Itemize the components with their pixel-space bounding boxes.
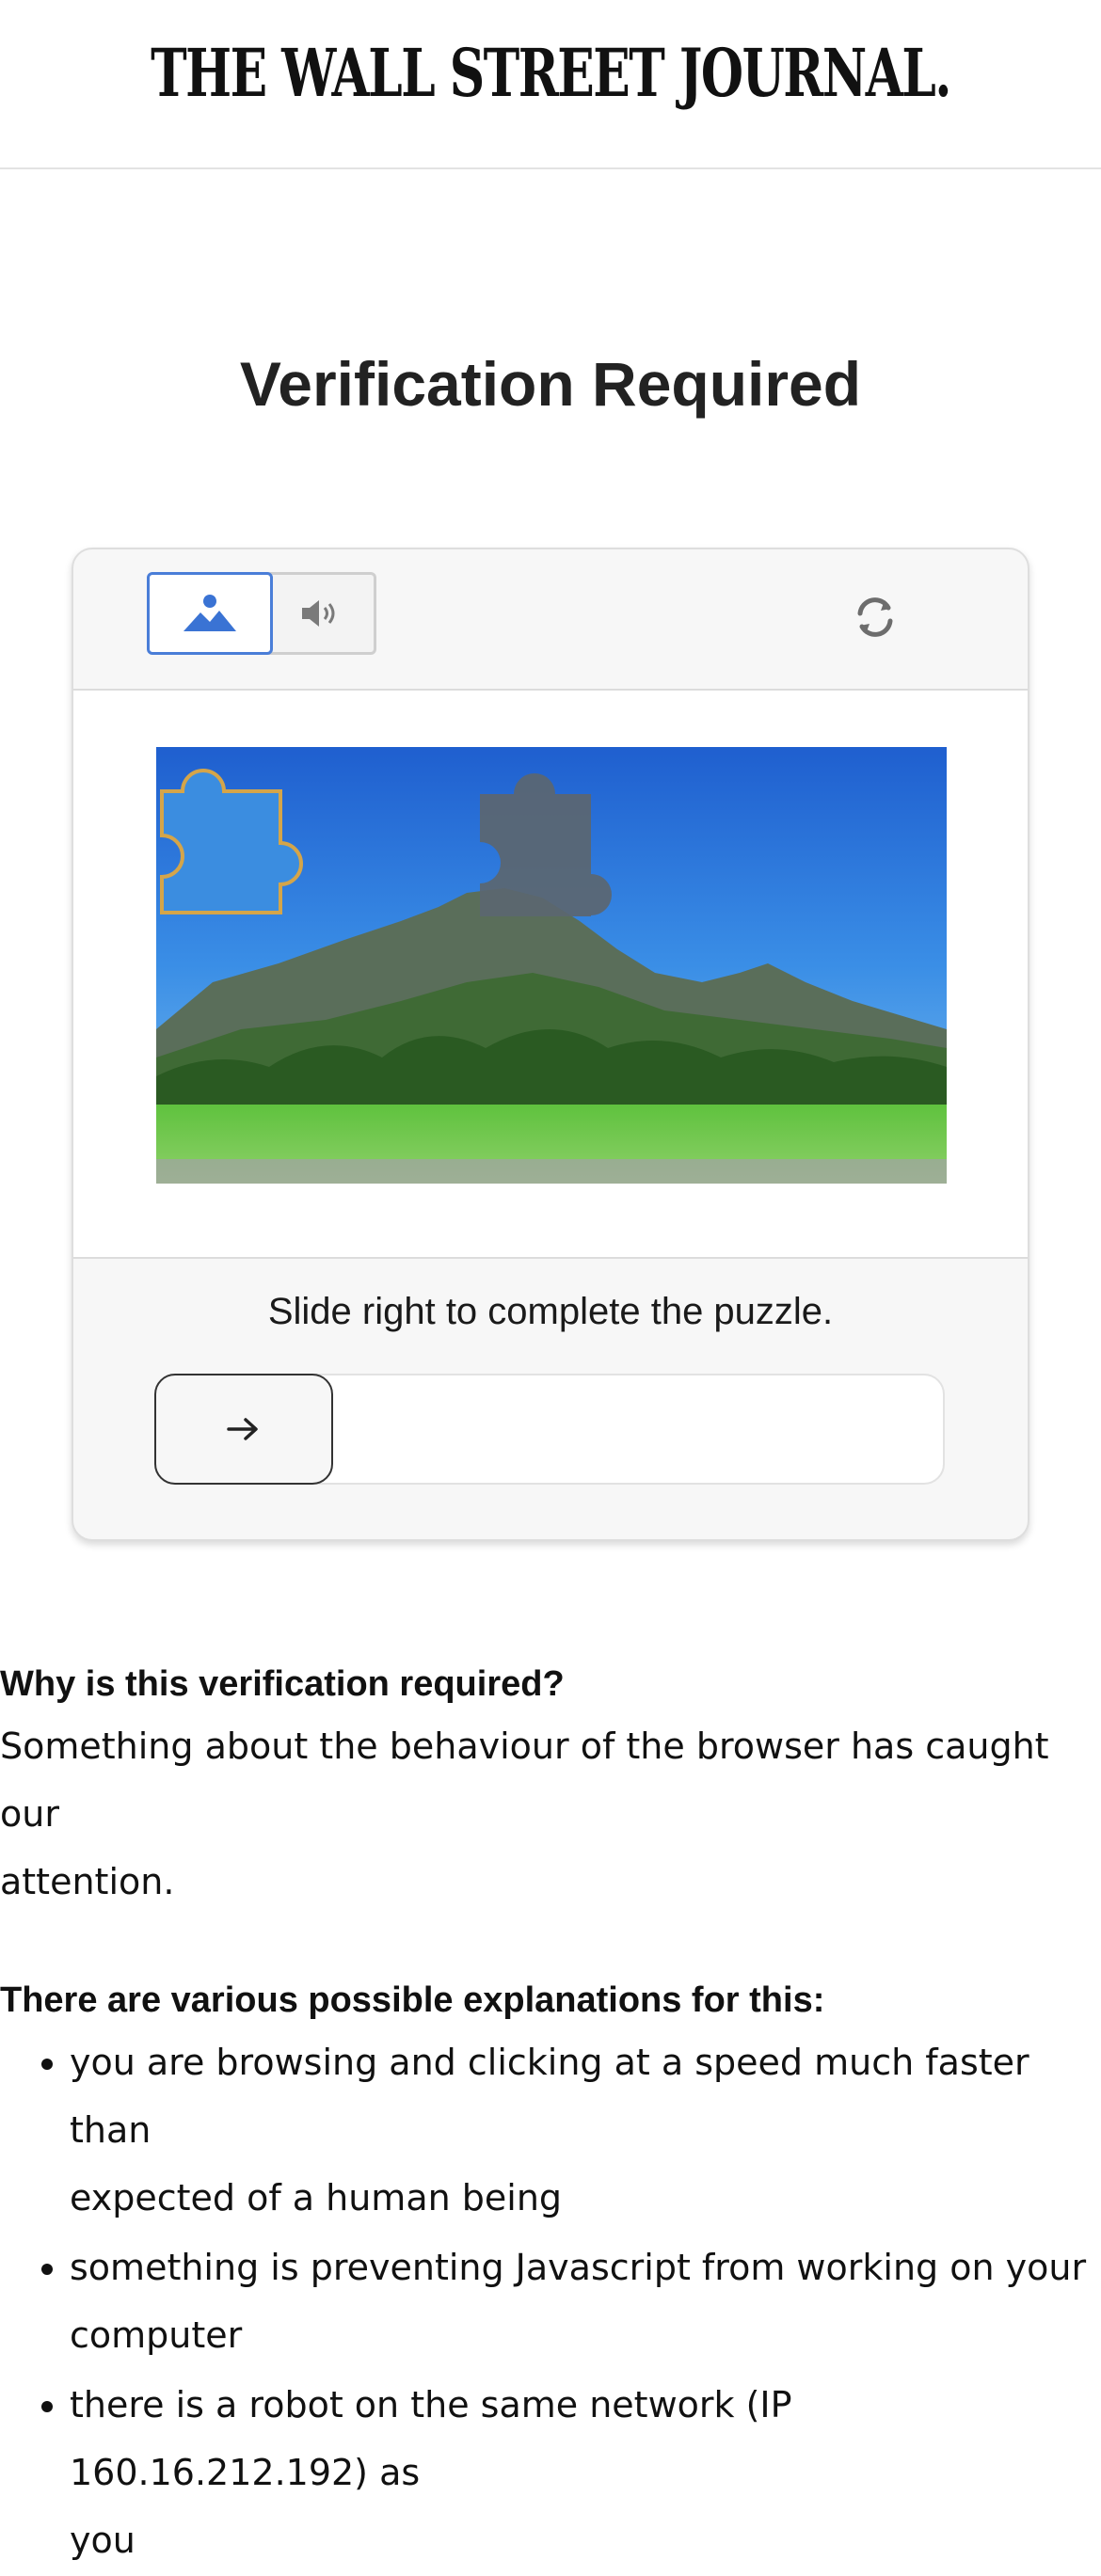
slider-handle[interactable]: [154, 1374, 333, 1485]
explanations-list: you are browsing and clicking at a speed…: [0, 2028, 1101, 2574]
speaker-icon: [301, 600, 334, 627]
list-item: something is preventing Javascript from …: [70, 2234, 1101, 2369]
puzzle-piece-icon[interactable]: [160, 769, 303, 914]
page-title: Verification Required: [239, 349, 862, 419]
slider-instruction: Slide right to complete the puzzle.: [267, 1291, 834, 1332]
why-text: Something about the behaviour of the bro…: [0, 1712, 1101, 1916]
why-text-line1: Something about the behaviour of the bro…: [0, 1725, 1049, 1835]
list-item: there is a robot on the same network (IP…: [70, 2371, 1101, 2574]
captcha-toolbar: [73, 549, 1028, 691]
wsj-logo: THE WALL STREET JOURNAL.: [151, 34, 951, 112]
explanations-heading: There are various possible explanations …: [0, 1980, 825, 2020]
site-header: THE WALL STREET JOURNAL.: [0, 0, 1101, 169]
puzzle-image: [156, 747, 947, 1184]
captcha-card: Slide right to complete the puzzle.: [72, 548, 1029, 1541]
list-item: you are browsing and clicking at a speed…: [70, 2028, 1101, 2232]
refresh-button[interactable]: [849, 591, 902, 644]
mountain-icon: [184, 595, 236, 631]
puzzle-area: [73, 691, 1028, 1259]
why-text-line2: attention.: [0, 1861, 175, 1902]
image-mode-button[interactable]: [147, 572, 273, 655]
why-heading: Why is this verification required?: [0, 1664, 565, 1704]
audio-mode-button[interactable]: [267, 572, 376, 655]
captcha-mode-switch: [147, 572, 376, 655]
arrow-right-icon: [227, 1418, 258, 1440]
info-section: Why is this verification required? Somet…: [0, 1656, 1101, 2576]
refresh-icon: [857, 597, 893, 637]
slider-area: Slide right to complete the puzzle.: [73, 1259, 1028, 1539]
